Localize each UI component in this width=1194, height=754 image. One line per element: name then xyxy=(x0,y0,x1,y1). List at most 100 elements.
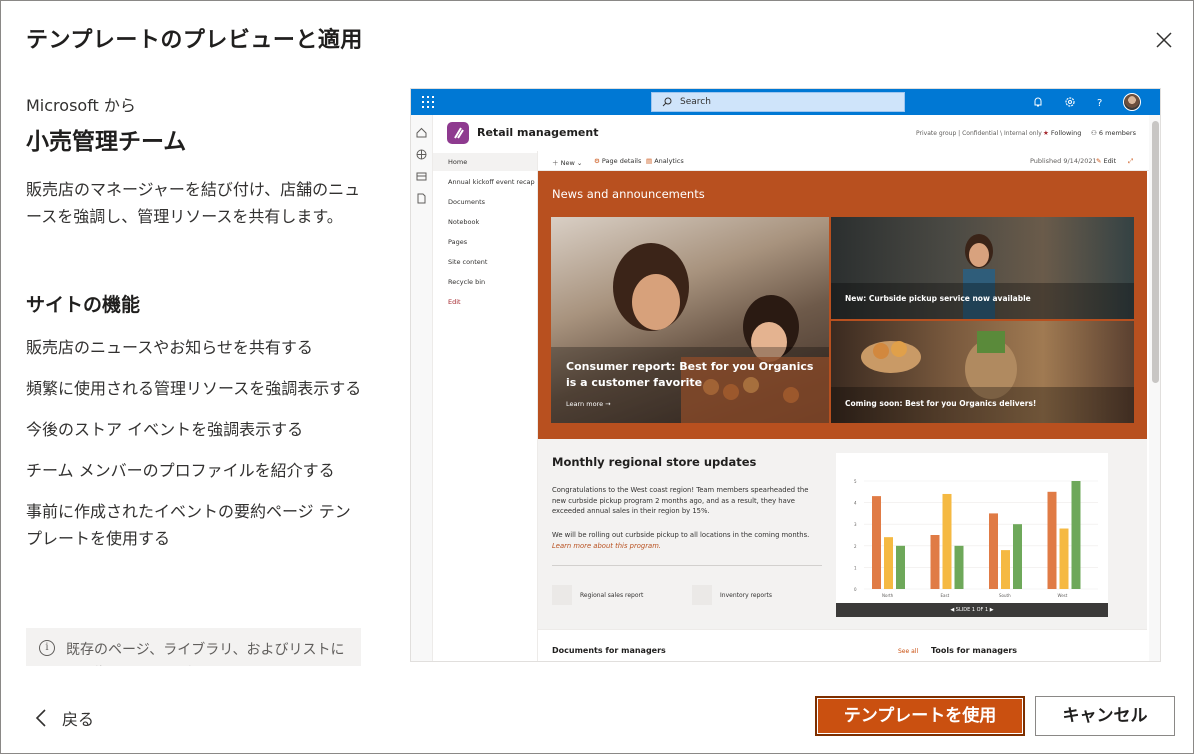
nav-item: Pages xyxy=(448,238,468,246)
news-tile-1: New: Curbside pickup service now availab… xyxy=(831,217,1134,319)
back-button[interactable]: 戻る xyxy=(34,706,94,730)
site-name: Retail management xyxy=(477,126,599,139)
y-tick-label: 1 xyxy=(854,565,857,570)
site-logo xyxy=(447,122,469,144)
command-bar: ＋ New ⌄ ⚙ Page details ▤ Analytics Publi… xyxy=(538,151,1160,171)
y-tick-label: 5 xyxy=(854,479,857,484)
dialog-title: テンプレートのプレビューと適用 xyxy=(26,28,363,53)
template-preview: Search ? Retail management Private group… xyxy=(410,88,1161,662)
help-icon: ? xyxy=(1097,98,1102,109)
news-main-image xyxy=(551,243,829,423)
template-details-panel[interactable]: Microsoft から 小売管理チーム 販売店のマネージャーを結び付け、店舗の… xyxy=(0,84,380,666)
nav-item: Annual kickoff event recap xyxy=(448,178,535,186)
gear-icon: ⚙ xyxy=(594,157,600,165)
tools-heading: Tools for managers xyxy=(931,646,1018,655)
chart-bar-east-1 xyxy=(942,493,952,589)
bell-icon xyxy=(1034,97,1042,107)
pencil-icon: ✎ xyxy=(1096,157,1102,165)
cmd-edit: ✎ Edit xyxy=(1096,157,1117,165)
template-description: 販売店のマネージャーを結び付け、店舗のニュースを強調し、管理リソースを共有します… xyxy=(26,180,361,226)
slide-label: SLIDE 1 OF 1 xyxy=(955,607,989,613)
chart-bar-north-1 xyxy=(884,537,893,589)
news-heading: News and announcements xyxy=(552,187,705,201)
news-icon xyxy=(416,167,427,181)
news-main-title: Consumer report: Best for you Organics i… xyxy=(566,360,814,389)
info-icon: i xyxy=(39,640,55,656)
use-template-button[interactable]: テンプレートを使用 xyxy=(815,696,1025,736)
published-date: Published 9/14/2021 xyxy=(1030,157,1097,165)
svg-text:?: ? xyxy=(1097,98,1102,109)
page-icon xyxy=(416,189,427,204)
info-text: 既存のページ、ライブラリ、およびリストには影響ありませんがテンプレー xyxy=(66,642,345,658)
home-icon xyxy=(416,123,427,138)
news-tile-1-title: New: Curbside pickup service now availab… xyxy=(845,294,1031,303)
globe-icon xyxy=(416,145,427,160)
app-launcher-icon xyxy=(422,96,434,108)
nav-item: Notebook xyxy=(448,218,480,226)
x-tick-label: North xyxy=(882,593,894,598)
chart-bar-north-0 xyxy=(872,496,881,589)
cmd-page-details: ⚙ Page details xyxy=(594,157,642,165)
site-meta: Private group | Confidential \ Internal … xyxy=(916,130,1042,137)
preview-scrollbar[interactable] xyxy=(1149,115,1160,661)
app-rail xyxy=(411,115,433,661)
members-label: ⚇ 6 members xyxy=(1091,129,1136,137)
cmd-analytics: ▤ Analytics xyxy=(646,157,684,165)
nav-item: Documents xyxy=(448,198,486,206)
nav-item: Recycle bin xyxy=(448,278,486,286)
news-section: News and announcements Consumer report: … xyxy=(538,171,1147,439)
learn-more-link: Learn more → xyxy=(566,400,611,408)
feature-item: 頻繁に使用される管理リソースを強調表示する xyxy=(26,379,362,398)
gear-icon xyxy=(1065,97,1075,107)
avatar xyxy=(1123,93,1141,111)
plus-icon: ＋ xyxy=(552,159,559,167)
quick-link-inventory: Inventory reports xyxy=(692,583,822,609)
close-icon[interactable] xyxy=(1152,28,1176,52)
chart-bar-west-0 xyxy=(1047,491,1057,589)
expand-icon: ⤢ xyxy=(1128,157,1134,165)
monthly-paragraph-2: We will be rolling out curbside pickup t… xyxy=(552,531,810,550)
feature-item: チーム メンバーのプロファイルを紹介する xyxy=(26,461,335,480)
slide-controls: ◀ SLIDE 1 OF 1 ▶ xyxy=(836,603,1108,617)
chart-plot: 5 4 3 2 1 0 North East South West xyxy=(854,479,1098,598)
chart-bar-east-2 xyxy=(954,545,964,589)
x-tick-label: West xyxy=(1058,593,1068,598)
feature-item: 今後のストア イベントを強調表示する xyxy=(26,420,304,439)
news-tile-1-image xyxy=(831,234,1134,319)
monthly-heading: Monthly regional store updates xyxy=(552,455,757,469)
nav-item: Site content xyxy=(448,258,488,266)
documents-section: Documents for managers See all Tools for… xyxy=(538,629,1147,661)
suite-bar: Search ? xyxy=(411,89,1160,115)
divider xyxy=(552,565,822,566)
chart-bar-south-0 xyxy=(989,513,998,589)
regional-chart: 5 4 3 2 1 0 North East South West ◀ SLIDE 1 OF 1 … xyxy=(836,453,1108,617)
info-notice: i 既存のページ、ライブラリ、およびリストには影響ありませんがテンプレー xyxy=(26,628,361,666)
chart-icon xyxy=(552,584,572,605)
following-label: ★ Following xyxy=(1043,129,1082,137)
chart-bar-south-1 xyxy=(1001,550,1010,589)
y-tick-label: 3 xyxy=(854,522,857,527)
features-heading: サイトの機能 xyxy=(26,294,141,316)
chart-bar-north-2 xyxy=(896,545,905,589)
clipboard-icon xyxy=(692,584,712,605)
feature-item: 販売店のニュースやお知らせを共有する xyxy=(26,338,313,357)
feature-item: 事前に作成されたイベントの要約ページ テンプレートを使用する xyxy=(26,502,351,548)
back-label: 戻る xyxy=(62,710,95,729)
cancel-button[interactable]: キャンセル xyxy=(1035,696,1175,736)
features-list: 販売店のニュースやお知らせを共有する 頻繁に使用される管理リソースを強調表示する… xyxy=(26,334,366,566)
search-placeholder: Search xyxy=(680,97,711,107)
chevron-down-icon: ⌄ xyxy=(576,159,583,167)
y-tick-label: 0 xyxy=(854,587,857,592)
preview-search-box: Search xyxy=(651,92,905,112)
monthly-updates-section: Monthly regional store updates Congratul… xyxy=(538,439,1147,629)
monthly-link: Learn more about this program. xyxy=(552,541,661,550)
chart-icon: ▤ xyxy=(646,157,653,165)
x-tick-label: East xyxy=(941,593,950,598)
chevron-left-icon xyxy=(35,709,46,727)
search-icon xyxy=(662,97,672,107)
scrollbar-thumb[interactable] xyxy=(1152,121,1159,383)
y-tick-label: 4 xyxy=(854,501,857,506)
nav-item-edit: Edit xyxy=(448,298,461,306)
x-tick-label: South xyxy=(999,593,1011,598)
monthly-paragraph-1: Congratulations to the West coast region… xyxy=(552,486,809,515)
